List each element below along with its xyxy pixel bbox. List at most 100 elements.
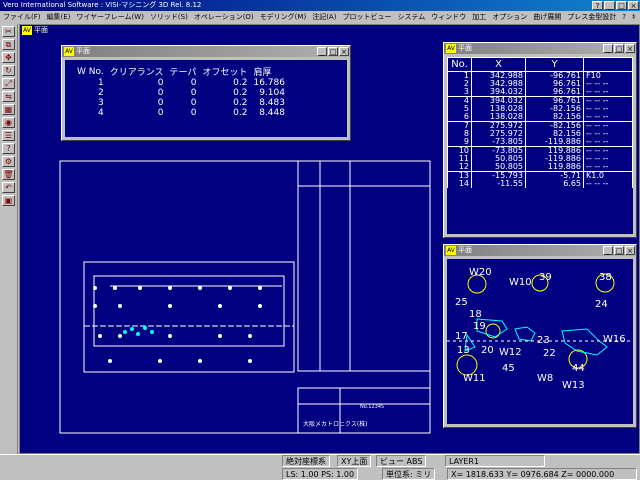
app-title-bar: Vero International Software : VISI-マシニング… xyxy=(0,0,640,11)
table-cell: 1 xyxy=(97,78,104,88)
company-name: 大阪メカトロニクス(株) xyxy=(303,420,368,428)
maximize-button[interactable]: □ xyxy=(328,47,338,56)
preview-window-title-text: 平面 xyxy=(458,246,472,254)
preview-label: 39 xyxy=(539,272,552,283)
menu-solid[interactable]: ソリッド(S) xyxy=(147,11,191,24)
undo-icon[interactable]: ↶ xyxy=(2,182,15,193)
help-button[interactable]: ? xyxy=(592,1,603,10)
table-cell: 0 xyxy=(190,98,197,108)
copy-icon[interactable]: ⧉ xyxy=(2,39,15,50)
app-title: Vero International Software : VISI-マシニング… xyxy=(3,1,202,9)
table-cell: 16.786 xyxy=(253,78,285,88)
preview-label: 13 xyxy=(457,345,470,356)
menu-press-die[interactable]: プレス金型設計 xyxy=(564,11,619,24)
menu-annotation[interactable]: 注記(A) xyxy=(309,11,339,24)
maximize-button[interactable]: □ xyxy=(614,246,624,255)
table-cell: 0 xyxy=(190,88,197,98)
settings-icon[interactable]: ⚙ xyxy=(2,156,15,167)
close-button[interactable]: × xyxy=(339,47,349,56)
minimize-button[interactable]: _ xyxy=(603,246,613,255)
menu-edit[interactable]: 編集(E) xyxy=(44,11,74,24)
close-button[interactable]: × xyxy=(625,44,635,53)
coordinate-readout: X= 1818.633 Y= 0976.684 Z= 0000.000 xyxy=(447,468,637,480)
unit-status: 単位系: ミリ xyxy=(382,468,436,480)
menu-modeling[interactable]: モデリング(M) xyxy=(257,11,310,24)
table-cell: 0 xyxy=(190,78,197,88)
preview-label: W13 xyxy=(562,380,585,391)
plane-status[interactable]: XY上面 xyxy=(337,455,372,467)
table-cell: 4 xyxy=(97,108,104,118)
menu-window[interactable]: ウィンドウ xyxy=(428,11,469,24)
minimize-button[interactable]: _ xyxy=(317,47,327,56)
hole-pattern xyxy=(93,286,262,363)
tool-window[interactable]: AV 平面 _ □ × W No. クリアランス テーパ オフセット 肩厚 1 0 xyxy=(61,45,351,141)
menu-wireframe[interactable]: ワイヤーフレーム(W) xyxy=(73,11,147,24)
tool-table: W No. クリアランス テーパ オフセット 肩厚 1 0 0 0.2 16.7… xyxy=(77,65,291,119)
layer-status[interactable]: LAYER1 xyxy=(445,455,545,467)
menu-plot-view[interactable]: プロットビュー xyxy=(339,11,394,24)
mirror-icon[interactable]: ⇋ xyxy=(2,91,15,102)
close-button[interactable]: × xyxy=(628,1,639,10)
tool-window-title-text: 平面 xyxy=(76,47,90,55)
table-cell: 0.2 xyxy=(233,98,248,108)
minimize-button[interactable]: _ xyxy=(603,44,613,53)
move-icon[interactable]: ✥ xyxy=(2,52,15,63)
maximize-button[interactable]: □ xyxy=(616,1,627,10)
export-icon[interactable]: ▣ xyxy=(2,195,15,206)
menu-help[interactable]: ? xyxy=(619,11,629,24)
preview-label: W8 xyxy=(537,373,553,384)
preview-label: W20 xyxy=(469,267,492,278)
table-row: 4 0 0 0.2 8.448 xyxy=(77,108,291,118)
preview-label: 22 xyxy=(543,348,556,359)
preview-label: W11 xyxy=(463,373,486,384)
table-cell: 8.448 xyxy=(259,108,285,118)
preview-label: W16 xyxy=(603,334,626,345)
table-cell: 0.2 xyxy=(233,78,248,88)
drawing-frame xyxy=(59,160,431,434)
trim-icon[interactable]: ✂ xyxy=(2,26,15,37)
menu-operation[interactable]: オペレーション(O) xyxy=(191,11,257,24)
coord-system-status[interactable]: 絶対座標系 xyxy=(282,455,330,467)
preview-label: 45 xyxy=(502,363,515,374)
close-button[interactable]: × xyxy=(625,246,635,255)
table-cell: 0 xyxy=(157,108,164,118)
table-cell: 9.104 xyxy=(259,88,285,98)
coordinate-window-title-text: 平面 xyxy=(458,44,472,52)
table-cell: 0 xyxy=(190,108,197,118)
measure-icon[interactable]: ? xyxy=(2,143,15,154)
coordinate-table: No. X Y 1 342.988 -96.761 F10 2 342.988 96.761… xyxy=(447,57,633,188)
preview-label: 24 xyxy=(595,299,608,310)
menu-file[interactable]: ファイル(F) xyxy=(0,11,44,24)
preview-window[interactable]: AV 平面 _ □ × W20 W10 39 38 25 24 18 19 17… xyxy=(443,244,637,428)
left-toolbar: ✂ ⧉ ✥ ↻ ⤢ ⇋ ▦ ◉ ☰ ? ⚙ 🗑 ↶ ▣ xyxy=(0,24,18,454)
view-icon[interactable]: ◉ xyxy=(2,117,15,128)
menu-extra[interactable]: ｷ xyxy=(629,11,639,24)
layer-icon[interactable]: ☰ xyxy=(2,130,15,141)
window-icon: AV xyxy=(64,47,74,56)
menu-machining[interactable]: 加工 xyxy=(469,11,489,24)
preview-label: 38 xyxy=(599,272,612,283)
rotate-icon[interactable]: ↻ xyxy=(2,65,15,76)
table-cell: 0 xyxy=(157,78,164,88)
maximize-button[interactable]: □ xyxy=(614,44,624,53)
preview-canvas[interactable]: W20 W10 39 38 25 24 1819 17 23 W16 13 20 W12 22 W11 45 4… xyxy=(447,259,633,424)
preview-label: 44 xyxy=(572,363,585,374)
scale-icon[interactable]: ⤢ xyxy=(2,78,15,89)
view-status[interactable]: ビュー ABS xyxy=(376,455,427,467)
scale-status: LS: 1.00 PS: 1.00 xyxy=(282,468,359,480)
table-cell: 8.483 xyxy=(259,98,285,108)
window-icon: AV xyxy=(446,44,456,53)
window-icon: AV xyxy=(446,246,456,255)
delete-icon[interactable]: 🗑 xyxy=(2,169,15,180)
menu-system[interactable]: システム xyxy=(394,11,428,24)
plate-outline xyxy=(83,261,295,373)
minimize-button[interactable]: _ xyxy=(604,1,615,10)
coordinate-window[interactable]: AV 平面 _ □ × No. X Y 1 342.988 -96.761 F10 2 342… xyxy=(443,42,637,238)
array-icon[interactable]: ▦ xyxy=(2,104,15,115)
main-drawing-window[interactable]: AV 平面 大阪メカトロニクス(株) No.12345 AV 平面 _ □ × … xyxy=(19,24,640,454)
col-header: Y xyxy=(525,57,584,72)
menu-options[interactable]: オプション xyxy=(489,11,530,24)
menu-bending[interactable]: 曲げ展開 xyxy=(530,11,564,24)
table-cell: 0.2 xyxy=(233,88,248,98)
preview-label: W12 xyxy=(499,347,522,358)
